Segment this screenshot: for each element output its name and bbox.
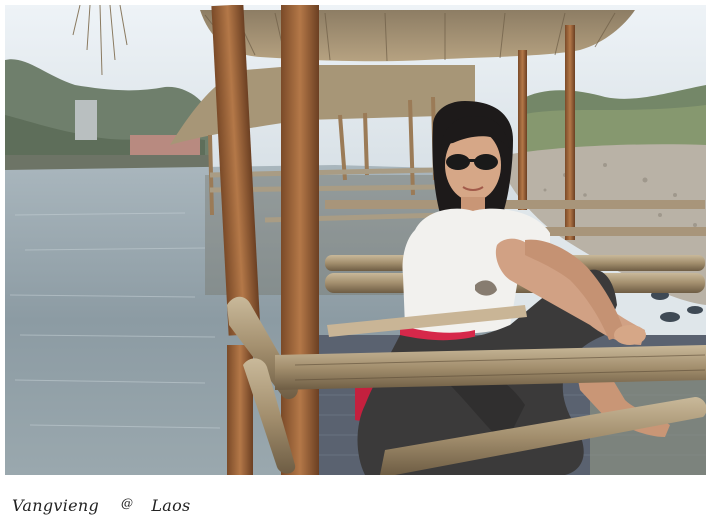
caption-separator: @ <box>121 496 134 510</box>
photo <box>5 5 706 475</box>
photo-caption: Vangvieng @ Laos <box>12 492 191 518</box>
caption-country: Laos <box>151 495 191 515</box>
caption-place: Vangvieng <box>12 495 100 515</box>
riverside-hut-scene <box>5 5 706 475</box>
